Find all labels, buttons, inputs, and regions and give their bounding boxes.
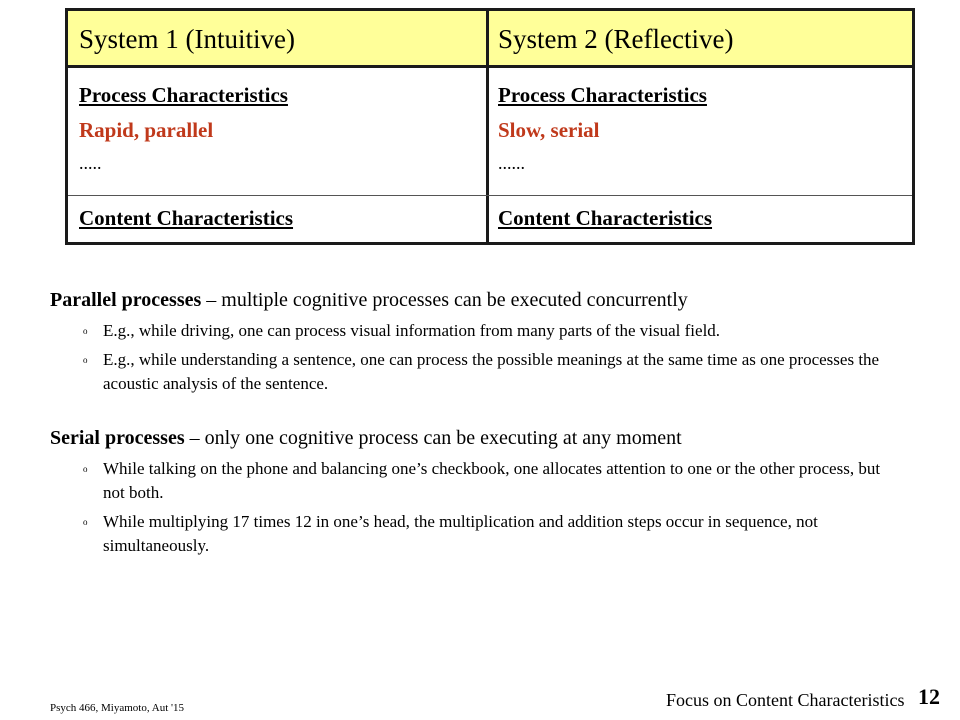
serial-processes-section: Serial processes – only one cognitive pr… <box>50 425 920 563</box>
process-value: Rapid, parallel <box>79 118 214 142</box>
process-label: Process Characteristics <box>79 83 288 107</box>
list-item: o While multiplying 17 times 12 in one’s… <box>50 510 903 558</box>
process-row: Process Characteristics Rapid, parallel … <box>68 68 912 196</box>
bullet-text: E.g., while understanding a sentence, on… <box>103 350 880 393</box>
ellipsis: ..... <box>79 153 102 173</box>
table-header-row: System 1 (Intuitive) System 2 (Reflectiv… <box>68 11 912 68</box>
parallel-processes-section: Parallel processes – multiple cognitive … <box>50 287 920 401</box>
course-footer: Psych 466, Miyamoto, Aut '15 <box>50 702 184 714</box>
bullet-text: E.g., while driving, one can process vis… <box>103 321 721 340</box>
content-label: Content Characteristics <box>498 206 713 230</box>
section-heading: Parallel processes – multiple cognitive … <box>50 287 920 313</box>
process-cell-system2: Process Characteristics Slow, serial ...… <box>489 68 912 195</box>
bullet-list: o While talking on the phone and balanci… <box>50 457 920 558</box>
header-cell-system2: System 2 (Reflective) <box>489 11 912 65</box>
section-heading: Serial processes – only one cognitive pr… <box>50 425 920 451</box>
list-item: o While talking on the phone and balanci… <box>50 457 903 505</box>
content-row: Content Characteristics Content Characte… <box>68 196 912 242</box>
system-comparison-table: System 1 (Intuitive) System 2 (Reflectiv… <box>65 8 915 245</box>
bullet-text: While talking on the phone and balancing… <box>103 459 881 502</box>
bullet-icon: o <box>83 355 88 365</box>
bullet-icon: o <box>83 464 88 474</box>
system2-title: System 2 (Reflective) <box>498 24 734 54</box>
section-term: Serial processes <box>50 427 185 449</box>
bullet-text: While multiplying 17 times 12 in one’s h… <box>103 512 818 555</box>
process-label: Process Characteristics <box>498 83 707 107</box>
page-number: 12 <box>918 684 940 709</box>
content-label: Content Characteristics <box>79 206 294 230</box>
process-value: Slow, serial <box>498 118 600 142</box>
ellipsis: ...... <box>498 153 525 173</box>
bullet-icon: o <box>83 326 88 336</box>
process-cell-system1: Process Characteristics Rapid, parallel … <box>68 68 489 195</box>
slide-footer-title: Focus on Content Characteristics <box>666 690 905 710</box>
section-definition: – multiple cognitive processes can be ex… <box>201 289 688 311</box>
bullet-list: o E.g., while driving, one can process v… <box>50 319 920 396</box>
bullet-icon: o <box>83 517 88 527</box>
section-term: Parallel processes <box>50 289 202 311</box>
section-definition: – only one cognitive process can be exec… <box>184 427 682 449</box>
content-cell-system2: Content Characteristics <box>489 196 912 242</box>
list-item: o E.g., while understanding a sentence, … <box>50 348 903 396</box>
header-cell-system1: System 1 (Intuitive) <box>68 11 489 65</box>
content-cell-system1: Content Characteristics <box>68 196 489 242</box>
list-item: o E.g., while driving, one can process v… <box>50 319 903 343</box>
system1-title: System 1 (Intuitive) <box>79 24 295 54</box>
